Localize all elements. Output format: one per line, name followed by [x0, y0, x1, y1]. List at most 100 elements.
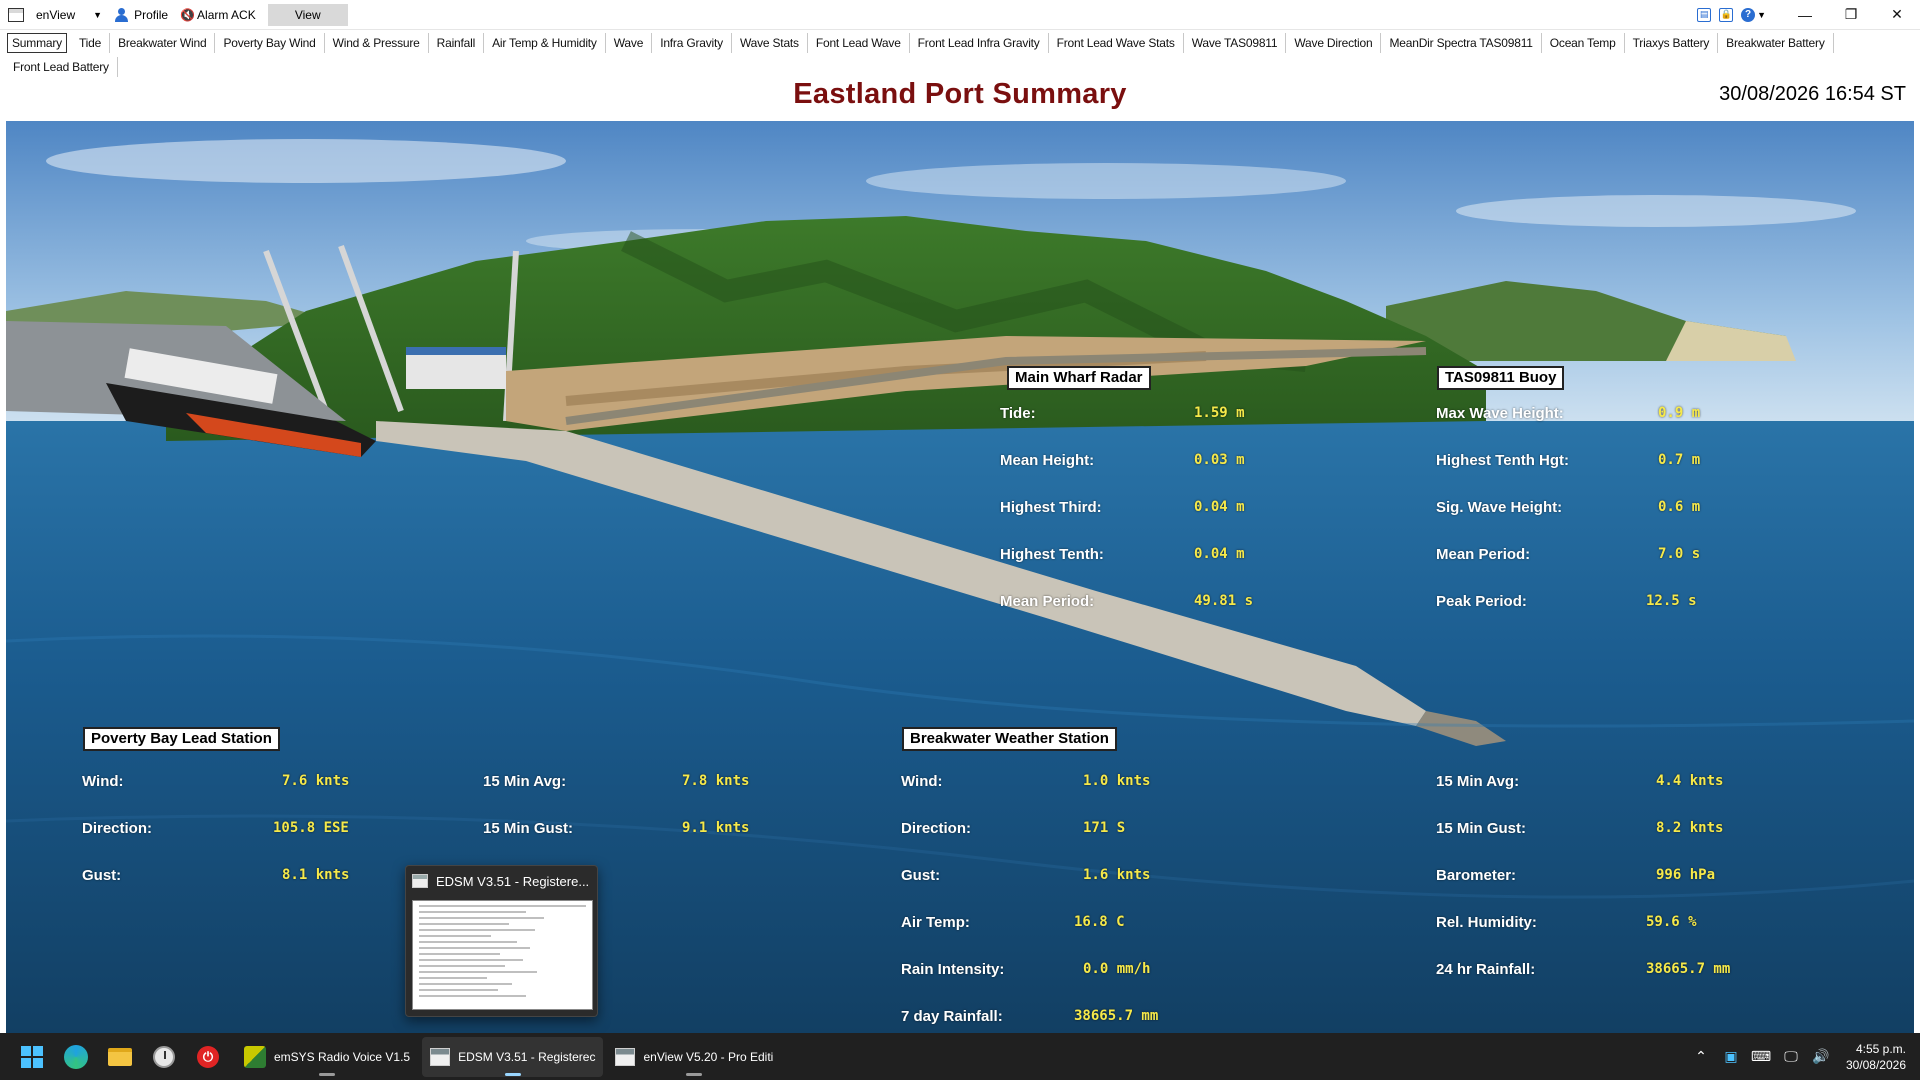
edge-button[interactable] [54, 1037, 98, 1077]
file-explorer-button[interactable] [98, 1037, 142, 1077]
tab-font-lead-wave[interactable]: Font Lead Wave [808, 33, 910, 53]
network-icon[interactable]: 🖵 [1778, 1044, 1804, 1070]
poverty-bay-label: 15 Min Gust: [483, 820, 574, 837]
tab-front-lead-infra-gravity[interactable]: Front Lead Infra Gravity [910, 33, 1049, 53]
profile-button[interactable]: Profile [108, 4, 174, 26]
tab-front-lead-wave-stats[interactable]: Front Lead Wave Stats [1049, 33, 1184, 53]
keyboard-icon[interactable]: ⌨ [1748, 1044, 1774, 1070]
taskbar-window-preview[interactable]: EDSM V3.51 - Registere... [405, 865, 598, 1017]
breakwater-value: 171 S [1083, 820, 1126, 836]
tab-wave-tas09811[interactable]: Wave TAS09811 [1184, 33, 1287, 53]
clock-app-button[interactable] [142, 1037, 186, 1077]
tab-air-temp-humidity[interactable]: Air Temp & Humidity [484, 33, 606, 53]
main-wharf-label: Highest Tenth: [1000, 546, 1104, 563]
chevron-up-icon[interactable]: ⌃ [1688, 1044, 1714, 1070]
power-icon: ⏻ [197, 1045, 219, 1068]
taskbar-app-enview[interactable]: enView V5.20 - Pro Editi [607, 1037, 781, 1077]
minimize-button[interactable]: — [1782, 0, 1828, 30]
enview-icon [615, 1047, 636, 1066]
help-dropdown-icon[interactable]: ▼ [1757, 10, 1766, 20]
preview-thumbnail[interactable] [412, 900, 593, 1010]
breakwater-label: Barometer: [1436, 867, 1517, 884]
chevron-down-icon[interactable]: ▼ [93, 10, 102, 20]
taskbar-app-radio-voice[interactable]: emSYS Radio Voice V1.5 [236, 1037, 418, 1077]
profile-label: Profile [134, 7, 169, 22]
tab-wave-stats[interactable]: Wave Stats [732, 33, 808, 53]
running-indicator [686, 1072, 703, 1076]
tab-strip: Summary Tide Breakwater Wind Poverty Bay… [0, 31, 1920, 55]
speaker-mute-icon: 🔇 [180, 7, 196, 22]
tab-wind-pressure[interactable]: Wind & Pressure [325, 33, 429, 53]
breakwater-value: 59.6 % [1646, 914, 1697, 930]
main-wharf-label: Tide: [1000, 405, 1036, 422]
defender-icon[interactable]: ▣ [1718, 1044, 1744, 1070]
lock-icon[interactable]: 🔒 [1719, 7, 1734, 22]
tab-rainfall[interactable]: Rainfall [429, 33, 485, 53]
start-button[interactable] [10, 1037, 54, 1077]
main-wharf-label: Highest Third: [1000, 499, 1102, 516]
preview-title: EDSM V3.51 - Registere... [436, 873, 590, 889]
main-wharf-value: 49.81 s [1194, 593, 1254, 609]
breakwater-label: Rain Intensity: [901, 961, 1005, 978]
document-icon[interactable]: ▤ [1697, 7, 1712, 22]
clock-icon [153, 1045, 175, 1068]
tab-tide[interactable]: Tide [71, 33, 111, 53]
breakwater-value: 996 hPa [1656, 867, 1716, 883]
poverty-bay-title: Poverty Bay Lead Station [83, 727, 280, 751]
breakwater-label: Gust: [901, 867, 941, 884]
taskbar-app-label: EDSM V3.51 - Registerec [458, 1049, 596, 1064]
app-icon [8, 7, 24, 22]
poverty-bay-value: 7.8 knts [682, 773, 750, 789]
tab-front-lead-battery[interactable]: Front Lead Battery [0, 57, 118, 77]
edsm-app-icon [412, 874, 428, 888]
page-datetime: 30/08/2026 16:54 ST [1719, 83, 1906, 105]
tab-breakwater-wind[interactable]: Breakwater Wind [110, 33, 216, 53]
help-icon[interactable]: ? [1741, 7, 1756, 22]
tab-strip-row-2: Front Lead Battery [0, 55, 1920, 79]
volume-icon[interactable]: 🔊 [1808, 1044, 1834, 1070]
tab-breakwater-battery[interactable]: Breakwater Battery [1718, 33, 1834, 53]
system-tray: ⌃ ▣ ⌨ 🖵 🔊 4:55 p.m. 30/08/2026 [1686, 1033, 1920, 1080]
main-wharf-radar-title: Main Wharf Radar [1007, 366, 1151, 390]
running-indicator [319, 1072, 336, 1076]
buoy-value: 0.6 m [1658, 499, 1701, 515]
tab-meandir-spectra[interactable]: MeanDir Spectra TAS09811 [1381, 33, 1542, 53]
breakwater-station-title: Breakwater Weather Station [902, 727, 1117, 751]
taskbar-app-label: emSYS Radio Voice V1.5 [274, 1049, 411, 1064]
taskbar-app-edsm[interactable]: EDSM V3.51 - Registerec [422, 1036, 604, 1077]
breakwater-value: 38665.7 mm [1074, 1008, 1159, 1024]
alarm-ack-button[interactable]: 🔇 Alarm ACK [174, 4, 262, 26]
tab-wave-direction[interactable]: Wave Direction [1286, 33, 1382, 53]
page-title: Eastland Port Summary [793, 78, 1127, 110]
buoy-value: 0.9 m [1658, 405, 1701, 421]
view-button[interactable]: View [267, 3, 348, 26]
breakwater-value: 4.4 knts [1656, 773, 1724, 789]
tab-poverty-bay-wind[interactable]: Poverty Bay Wind [215, 33, 325, 53]
windows-taskbar: ⏻ emSYS Radio Voice V1.5 EDSM V3.51 - Re… [0, 1033, 1920, 1080]
close-button[interactable]: ✕ [1874, 0, 1920, 30]
view-label: View [294, 7, 321, 22]
system-clock[interactable]: 4:55 p.m. 30/08/2026 [1836, 1041, 1920, 1073]
app-menu-button[interactable]: enView ▼ [30, 4, 108, 26]
windows-logo-icon [21, 1045, 43, 1068]
tab-summary[interactable]: Summary [7, 33, 67, 53]
breakwater-label: Air Temp: [901, 914, 970, 931]
buoy-value: 12.5 s [1646, 593, 1697, 609]
breakwater-label: 15 Min Avg: [1436, 773, 1520, 790]
poverty-bay-value: 9.1 knts [682, 820, 750, 836]
app-toolbar: enView ▼ Profile 🔇 Alarm ACK View ▤ 🔒 ? … [0, 0, 1920, 30]
breakwater-value: 1.0 knts [1083, 773, 1151, 789]
tab-wave[interactable]: Wave [606, 33, 653, 53]
tab-ocean-temp[interactable]: Ocean Temp [1542, 33, 1625, 53]
main-wharf-value: 1.59 m [1194, 405, 1245, 421]
breakwater-value: 8.2 knts [1656, 820, 1724, 836]
breakwater-value: 1.6 knts [1083, 867, 1151, 883]
buoy-label: Highest Tenth Hgt: [1436, 452, 1570, 469]
buoy-value: 0.7 m [1658, 452, 1701, 468]
tab-infra-gravity[interactable]: Infra Gravity [652, 33, 732, 53]
restore-button[interactable]: ❐ [1828, 0, 1874, 30]
tab-triaxys-battery[interactable]: Triaxys Battery [1625, 33, 1719, 53]
alarm-ack-label: Alarm ACK [197, 7, 256, 22]
buoy-value: 7.0 s [1658, 546, 1701, 562]
power-app-button[interactable]: ⏻ [186, 1037, 230, 1077]
